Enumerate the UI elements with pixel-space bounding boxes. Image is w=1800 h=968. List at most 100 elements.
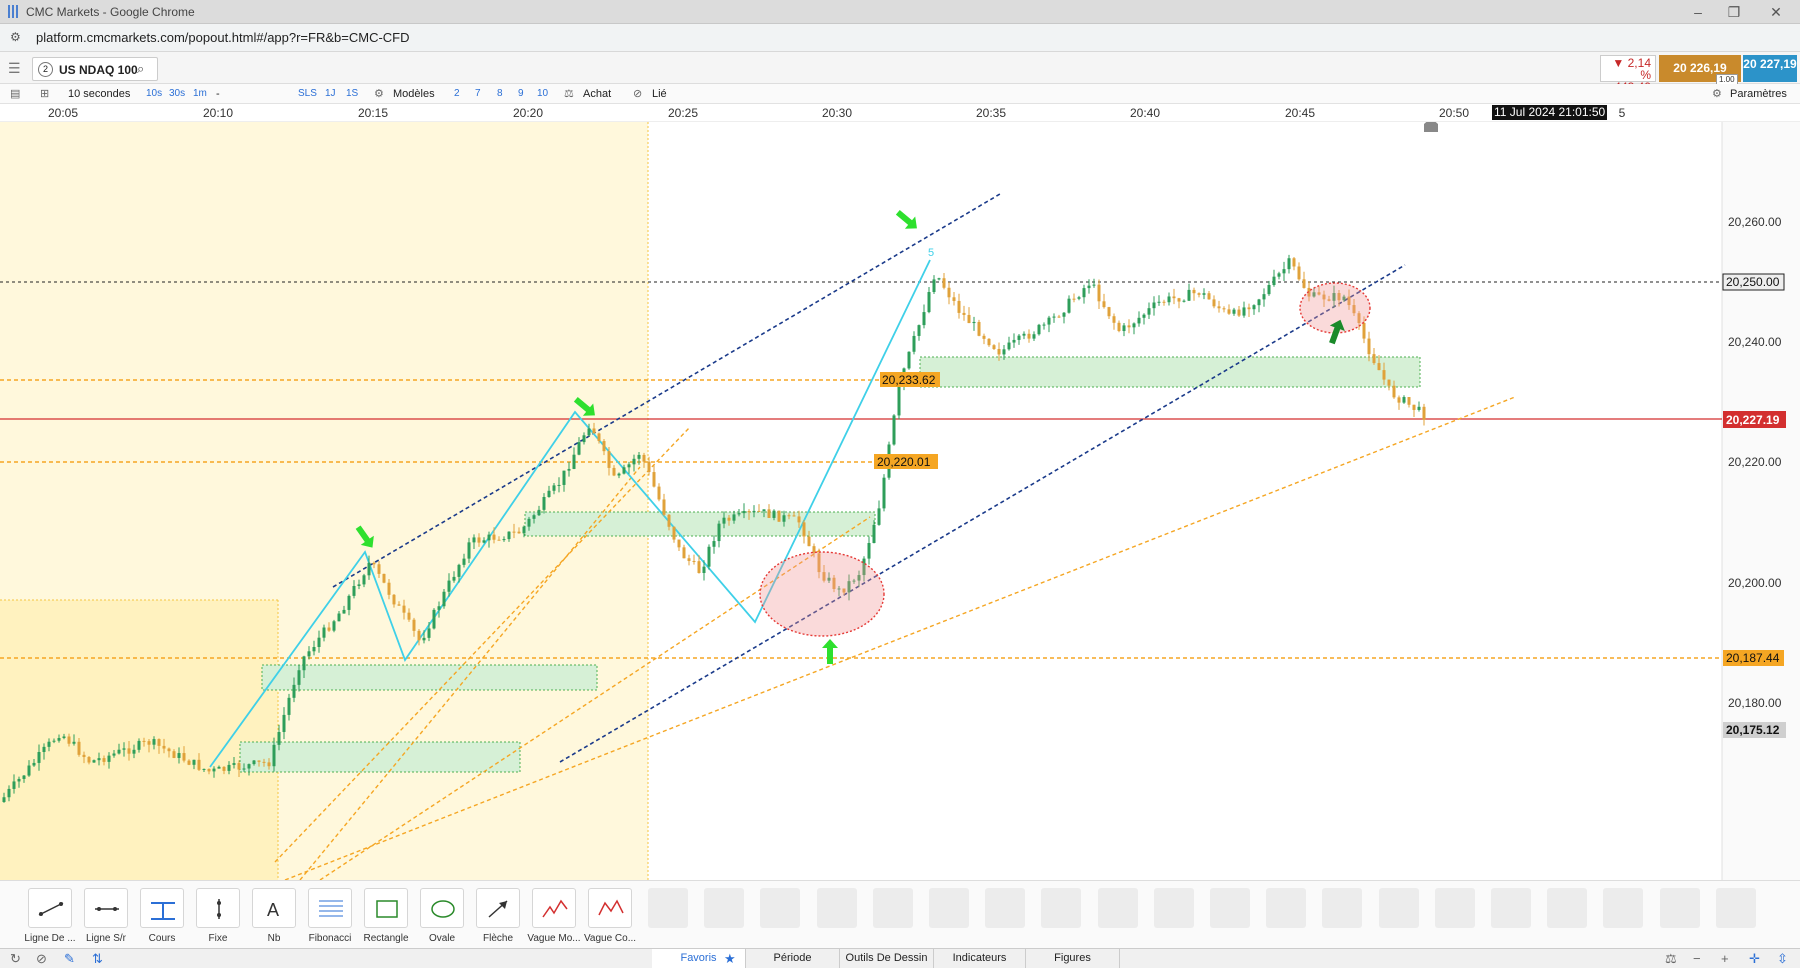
preset-2[interactable]: 2: [454, 87, 460, 101]
settings-button[interactable]: Paramètres: [1730, 87, 1787, 101]
address-bar[interactable]: ⚙ platform.cmcmarkets.com/popout.html#/a…: [0, 24, 1800, 52]
level-price-box: 20,187.44: [1726, 651, 1780, 665]
candle-body: [627, 464, 631, 468]
refresh-icon[interactable]: ↻: [10, 951, 21, 967]
empty-tool-slot: [1266, 888, 1306, 928]
home-icon[interactable]: [1424, 122, 1438, 132]
interval-select[interactable]: 10 secondes: [68, 87, 130, 101]
price-chart[interactable]: 5 20,233.62 20,220.01 20,260.00 20,240.0…: [0, 122, 1800, 880]
wave-corrective-icon[interactable]: [588, 888, 632, 928]
candle-body: [1222, 308, 1226, 310]
text-icon[interactable]: A: [252, 888, 296, 928]
tab-indicateurs[interactable]: Indicateurs: [934, 949, 1026, 968]
support-zone: [919, 356, 1421, 388]
candle-body: [737, 513, 741, 515]
svg-text:A: A: [267, 900, 279, 920]
fit-icon[interactable]: ⇳: [1777, 951, 1788, 967]
time-label: 20:35: [975, 106, 1007, 120]
price-marker-icon[interactable]: [140, 888, 184, 928]
candle-body: [1007, 342, 1011, 350]
preset-10[interactable]: 10: [537, 87, 548, 101]
swap-icon[interactable]: ⇅: [92, 951, 103, 967]
sr-line-icon[interactable]: [84, 888, 128, 928]
candle-body: [92, 760, 96, 763]
chart-type-1s[interactable]: 1S: [346, 87, 358, 101]
candle-body: [582, 435, 586, 443]
instrument-tab[interactable]: 2 US NDAQ 100 ⌕: [32, 57, 158, 81]
candle-body: [1167, 296, 1171, 303]
tab-figures[interactable]: Figures: [1026, 949, 1120, 968]
list-icon[interactable]: ▤: [10, 87, 20, 101]
layout-icon[interactable]: ⊞: [40, 87, 49, 101]
zoom-out-icon[interactable]: −: [1693, 951, 1701, 966]
candle-body: [727, 517, 731, 521]
candle-body: [392, 594, 396, 605]
preset-9[interactable]: 9: [518, 87, 524, 101]
candle-body: [1402, 397, 1406, 403]
candle-body: [882, 477, 886, 509]
minimize-icon[interactable]: –: [1680, 2, 1716, 22]
candle-body: [967, 314, 971, 324]
candle-body: [272, 744, 276, 767]
candle-body: [687, 558, 691, 561]
templates-button[interactable]: Modèles: [393, 87, 435, 101]
preset-7[interactable]: 7: [475, 87, 481, 101]
crosshair-icon[interactable]: ✛: [1749, 951, 1760, 967]
candle-body: [1367, 338, 1371, 355]
candle-body: [782, 515, 786, 522]
candle-body: [1247, 307, 1251, 310]
interval-dash: -: [216, 88, 220, 100]
interval-30s[interactable]: 30s: [169, 87, 185, 101]
preset-8[interactable]: 8: [497, 87, 503, 101]
tool-label: Ligne S/r: [85, 933, 127, 944]
candle-body: [1277, 273, 1281, 277]
candle-body: [1252, 305, 1256, 310]
candle-body: [1072, 298, 1076, 300]
interval-1m[interactable]: 1m: [193, 87, 207, 101]
zoom-in-icon[interactable]: +: [1721, 951, 1729, 966]
site-info-icon[interactable]: ⚙: [10, 30, 26, 46]
candle-body: [492, 534, 496, 540]
candle-body: [1152, 302, 1156, 309]
cancel-icon[interactable]: ⊘: [36, 951, 47, 967]
star-icon[interactable]: ★: [724, 951, 736, 967]
restore-icon[interactable]: ❐: [1716, 2, 1752, 22]
tab-outils-de-dessin[interactable]: Outils De Dessin: [840, 949, 934, 968]
buy-button[interactable]: Achat: [583, 87, 611, 101]
chart-type-1j[interactable]: 1J: [325, 87, 336, 101]
candle-body: [157, 739, 161, 746]
candle-body: [1177, 298, 1181, 302]
candle-body: [62, 736, 66, 739]
balance-icon[interactable]: ⚖: [1665, 951, 1677, 967]
oval-icon[interactable]: [420, 888, 464, 928]
search-icon[interactable]: ⌕: [137, 61, 144, 77]
pen-icon[interactable]: ✎: [64, 951, 75, 967]
linked-button[interactable]: Lié: [652, 87, 667, 101]
candle-body: [697, 561, 701, 574]
menu-icon[interactable]: ☰: [8, 60, 24, 76]
candle-body: [587, 428, 591, 436]
settings-icon: ⚙: [1712, 88, 1722, 100]
candle-body: [1162, 301, 1166, 303]
candle-body: [452, 576, 456, 581]
rectangle-icon[interactable]: [364, 888, 408, 928]
arrow-icon[interactable]: [476, 888, 520, 928]
candle-body: [112, 753, 116, 756]
candle-body: [107, 755, 111, 762]
trendline-icon[interactable]: [28, 888, 72, 928]
candle-body: [797, 516, 801, 523]
candle-body: [87, 757, 91, 763]
fibonacci-icon[interactable]: [308, 888, 352, 928]
close-icon[interactable]: ✕: [1758, 2, 1794, 22]
url-text[interactable]: platform.cmcmarkets.com/popout.html#/app…: [36, 30, 410, 45]
candle-body: [1407, 397, 1411, 405]
tab-periode[interactable]: Période: [746, 949, 840, 968]
interval-10s[interactable]: 10s: [146, 87, 162, 101]
fixed-line-icon[interactable]: [196, 888, 240, 928]
chart-type-sls[interactable]: SLS: [298, 87, 317, 101]
wave-motive-icon[interactable]: [532, 888, 576, 928]
candle-body: [262, 761, 266, 763]
tool-label: Ovale: [428, 933, 456, 944]
time-label: 20:45: [1284, 106, 1316, 120]
buy-price-button[interactable]: 20 227,19: [1743, 55, 1797, 82]
